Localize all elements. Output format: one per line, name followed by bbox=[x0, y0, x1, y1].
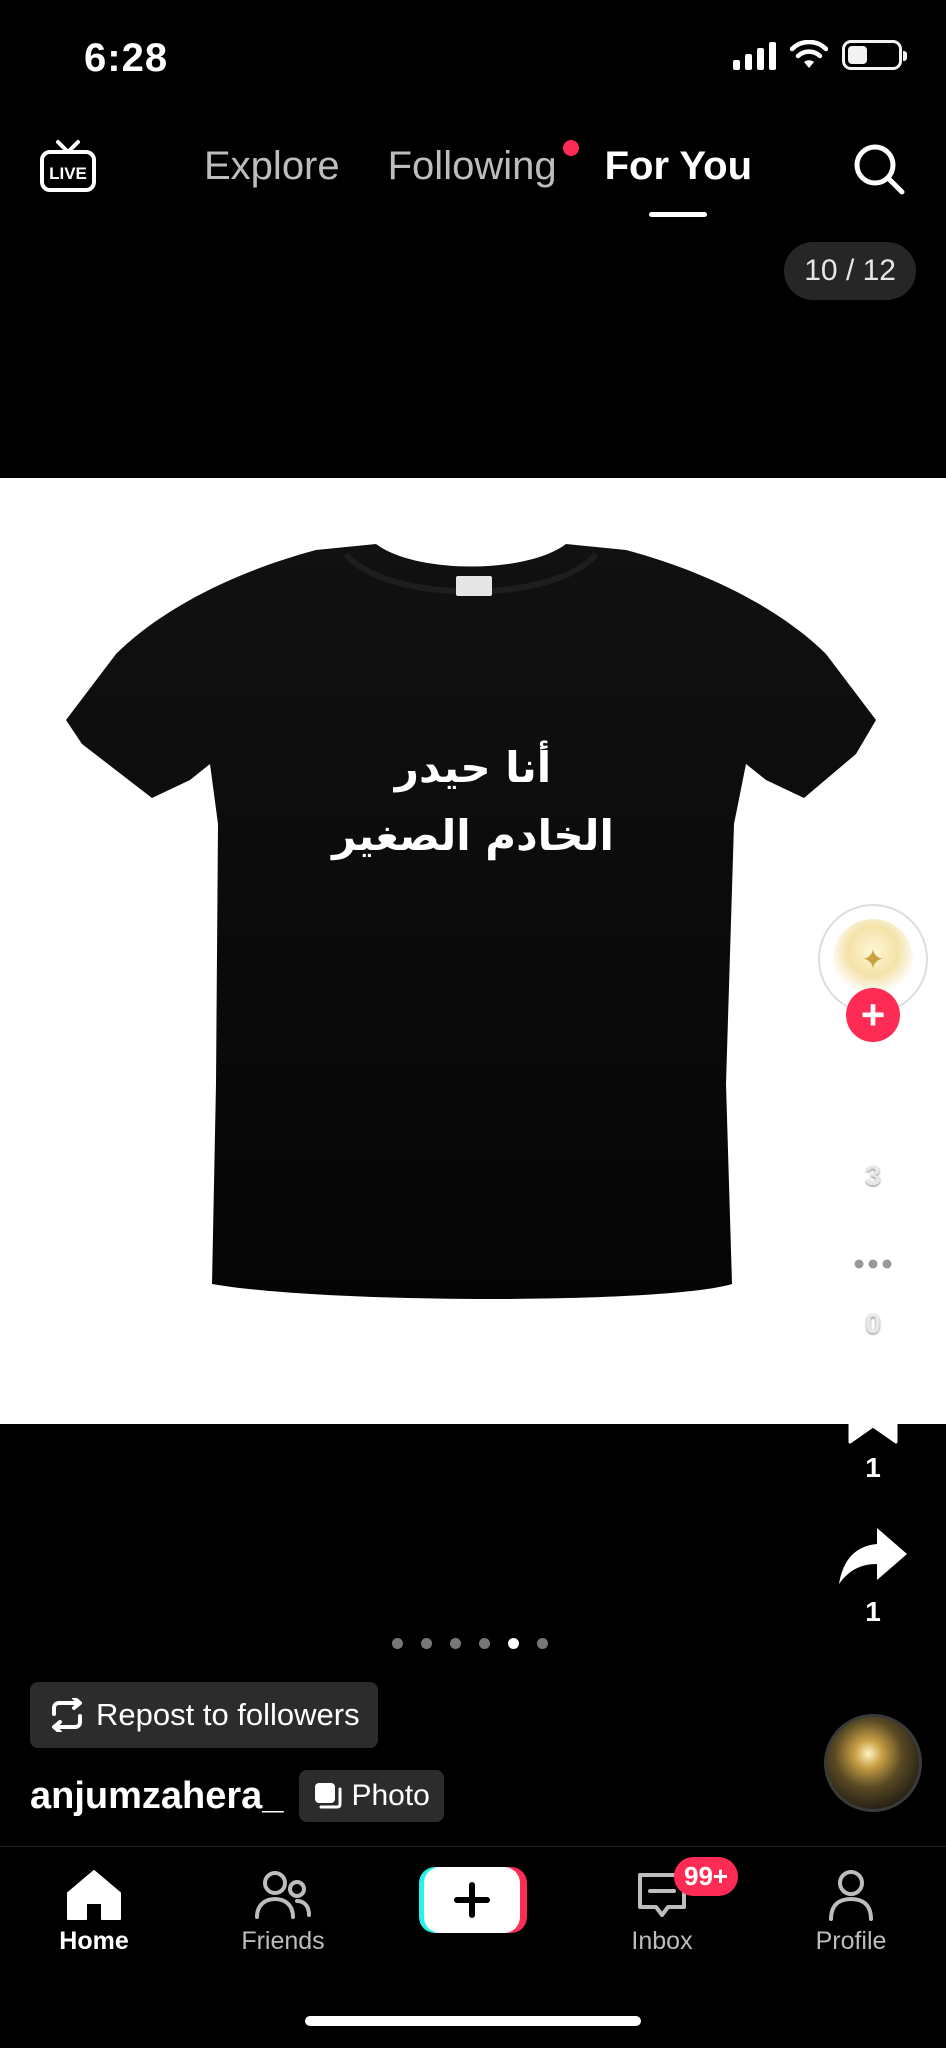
post-photo[interactable]: أنا حيدر الخادم الصغير bbox=[0, 478, 946, 1424]
photo-type-badge: Photo bbox=[299, 1770, 444, 1822]
cellular-signal-icon bbox=[733, 40, 776, 70]
bookmark-button[interactable]: 1 bbox=[844, 1380, 902, 1484]
black-tshirt-image bbox=[66, 544, 876, 1299]
tab-friends-label: Friends bbox=[241, 1927, 325, 1955]
tab-profile[interactable]: Profile bbox=[781, 1869, 921, 1956]
tab-following[interactable]: Following bbox=[388, 140, 579, 189]
carousel-dot bbox=[537, 1638, 548, 1649]
bookmark-icon bbox=[848, 1380, 898, 1444]
comment-bubble-icon bbox=[838, 1236, 908, 1298]
repost-icon bbox=[52, 1698, 82, 1732]
live-label: LIVE bbox=[49, 164, 87, 183]
photo-stack-icon bbox=[315, 1783, 342, 1809]
carousel-dot bbox=[479, 1638, 490, 1649]
home-indicator bbox=[305, 2016, 641, 2026]
photo-page-counter: 10 / 12 bbox=[784, 242, 916, 300]
comment-count: 0 bbox=[865, 1308, 881, 1339]
wifi-icon bbox=[790, 40, 828, 68]
carousel-dot bbox=[450, 1638, 461, 1649]
feed-tabs: Explore Following For You bbox=[204, 140, 752, 189]
share-count: 1 bbox=[865, 1596, 881, 1627]
following-notification-dot bbox=[562, 140, 579, 156]
share-button[interactable]: 1 bbox=[837, 1524, 909, 1628]
music-disc-icon[interactable] bbox=[824, 1714, 922, 1812]
like-count: 3 bbox=[865, 1160, 881, 1191]
tab-inbox[interactable]: 99+ Inbox bbox=[592, 1857, 739, 1956]
friends-icon bbox=[255, 1871, 311, 1919]
action-rail: ✦ + 3 0 1 1 bbox=[816, 904, 930, 1628]
tab-home[interactable]: Home bbox=[24, 1869, 164, 1956]
shirt-arabic-text: أنا حيدر الخادم الصغير bbox=[0, 734, 946, 870]
repost-label: Repost to followers bbox=[96, 1697, 360, 1732]
top-navigation: LIVE Explore Following For You bbox=[0, 120, 946, 230]
status-bar: 6:28 bbox=[0, 0, 946, 110]
profile-icon bbox=[829, 1870, 873, 1921]
sparkle-icon: ✦ bbox=[833, 919, 913, 999]
tab-for-you[interactable]: For You bbox=[605, 144, 752, 189]
battery-icon bbox=[842, 40, 907, 70]
search-icon[interactable] bbox=[850, 140, 908, 198]
carousel-dot bbox=[421, 1638, 432, 1649]
create-post-button[interactable] bbox=[419, 1867, 527, 1933]
shirt-text-line-1: أنا حيدر bbox=[394, 743, 552, 792]
tab-inbox-label: Inbox bbox=[631, 1927, 693, 1955]
username[interactable]: anjumzahera_ bbox=[30, 1775, 283, 1818]
live-icon[interactable]: LIVE bbox=[38, 138, 98, 198]
carousel-dot bbox=[508, 1638, 519, 1649]
carousel-indicator bbox=[392, 1638, 548, 1649]
tab-home-label: Home bbox=[59, 1927, 129, 1955]
tab-explore[interactable]: Explore bbox=[204, 144, 340, 189]
heart-icon bbox=[838, 1090, 908, 1152]
comment-button[interactable]: 0 bbox=[836, 1232, 910, 1340]
bookmark-count: 1 bbox=[865, 1452, 881, 1483]
follow-plus-button[interactable]: + bbox=[846, 988, 900, 1042]
carousel-dot bbox=[392, 1638, 403, 1649]
repost-button[interactable]: Repost to followers bbox=[30, 1682, 378, 1748]
creator-avatar[interactable]: ✦ + bbox=[818, 904, 928, 1042]
status-time: 6:28 bbox=[84, 36, 169, 80]
home-icon bbox=[67, 1870, 121, 1920]
tab-profile-label: Profile bbox=[815, 1927, 887, 1955]
like-button[interactable]: 3 bbox=[836, 1088, 910, 1192]
status-icons bbox=[733, 40, 907, 70]
share-arrow-icon bbox=[839, 1528, 907, 1584]
tab-friends[interactable]: Friends bbox=[213, 1869, 353, 1956]
inbox-unread-badge: 99+ bbox=[674, 1857, 739, 1896]
post-author-row: anjumzahera_ Photo bbox=[30, 1770, 444, 1822]
photo-badge-label: Photo bbox=[351, 1779, 430, 1812]
shirt-text-line-2: الخادم الصغير bbox=[332, 811, 614, 860]
